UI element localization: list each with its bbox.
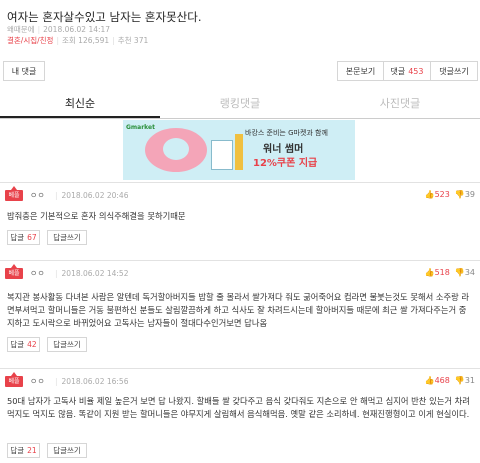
banner-line-2: 워너 썸머 bbox=[263, 144, 304, 155]
thumbs-up-icon: 👍 bbox=[424, 268, 435, 277]
post-views: 조회 126,591 bbox=[62, 36, 110, 45]
post-author[interactable]: 왜때문에 bbox=[7, 25, 35, 34]
comment-nick[interactable]: ㅇㅇ bbox=[30, 268, 45, 279]
best-badge: 베플 bbox=[5, 372, 23, 387]
comment-item: 베플 ㅇㅇ 2018.06.02 20:46 👍523 👎39 밥줘충은 기본적으… bbox=[0, 182, 480, 260]
downvote-button[interactable]: 👎34 bbox=[455, 268, 475, 277]
comment-header: 베플 ㅇㅇ 2018.06.02 14:52 👍518 👎34 bbox=[5, 264, 475, 280]
banner-line-1: 바캉스 준비는 G마켓과 함께 bbox=[245, 129, 328, 137]
comment-header: 베플 ㅇㅇ 2018.06.02 20:46 👍523 👎39 bbox=[5, 186, 475, 202]
write-reply-button[interactable]: 답글쓰기 bbox=[47, 337, 87, 352]
comment-nick[interactable]: ㅇㅇ bbox=[30, 376, 45, 387]
write-reply-button[interactable]: 답글쓰기 bbox=[47, 443, 87, 458]
comment-votes: 👍468 👎31 bbox=[425, 376, 475, 385]
float-hole bbox=[163, 138, 189, 160]
write-comment-button[interactable]: 댓글쓰기 bbox=[430, 61, 478, 81]
upvote-button[interactable]: 👍518 bbox=[425, 268, 450, 277]
post-recommend: 추천 371 bbox=[117, 36, 149, 45]
post-title: 여자는 혼자살수있고 남자는 혼자못산다. bbox=[7, 10, 202, 24]
comment-votes: 👍523 👎39 bbox=[425, 190, 475, 199]
thumbs-down-icon: 👎 bbox=[454, 268, 465, 277]
downvote-button[interactable]: 👎39 bbox=[455, 190, 475, 199]
my-comments-button[interactable]: 내 댓글 bbox=[3, 61, 45, 81]
tab-latest[interactable]: 최신순 bbox=[0, 94, 160, 118]
product-image bbox=[211, 140, 233, 170]
reply-button[interactable]: 답글 21 bbox=[7, 443, 40, 458]
thumbs-down-icon: 👎 bbox=[454, 190, 465, 199]
reply-button[interactable]: 답글 42 bbox=[7, 337, 40, 352]
view-post-button[interactable]: 본문보기 bbox=[337, 61, 384, 81]
comments-count-button[interactable]: 댓글 453 bbox=[383, 61, 431, 81]
comment-header: 베플 ㅇㅇ 2018.06.02 16:56 👍468 👎31 bbox=[5, 372, 475, 388]
comments-count: 453 bbox=[408, 66, 424, 76]
banner-line-3: 12%쿠폰 지급 bbox=[253, 158, 318, 169]
comment-date: 2018.06.02 16:56 bbox=[55, 377, 129, 386]
tab-photo[interactable]: 사진댓글 bbox=[320, 94, 480, 118]
post-meta-2: 결혼/시집/친정 | 조회 126,591 | 추천 371 bbox=[7, 36, 149, 45]
comment-votes: 👍518 👎34 bbox=[425, 268, 475, 277]
upvote-button[interactable]: 👍523 bbox=[425, 190, 450, 199]
post-date: 2018.06.02 14:17 bbox=[43, 25, 111, 34]
comment-nick[interactable]: ㅇㅇ bbox=[30, 190, 45, 201]
comment-item: 베플 ㅇㅇ 2018.06.02 14:52 👍518 👎34 복지관 봉사활동 … bbox=[0, 260, 480, 368]
write-reply-button[interactable]: 답글쓰기 bbox=[47, 230, 87, 245]
post-meta: 왜때문에 | 2018.06.02 14:17 bbox=[7, 25, 111, 34]
comment-text: 복지관 봉사활동 다녀본 사람은 알텐데 독거할아버지들 밥할 줄 몰라서 쌀가… bbox=[7, 292, 470, 328]
gmarket-logo: Gmarket bbox=[126, 124, 155, 131]
post-category[interactable]: 결혼/시집/친정 bbox=[7, 36, 53, 45]
downvote-button[interactable]: 👎31 bbox=[455, 376, 475, 385]
upvote-button[interactable]: 👍468 bbox=[425, 376, 450, 385]
comment-tabs: 최신순 랭킹댓글 사진댓글 bbox=[0, 94, 480, 119]
thumbs-up-icon: 👍 bbox=[424, 190, 435, 199]
reply-button[interactable]: 답글 67 bbox=[7, 230, 40, 245]
comment-date: 2018.06.02 14:52 bbox=[55, 269, 129, 278]
comment-date: 2018.06.02 20:46 bbox=[55, 191, 129, 200]
thumbs-up-icon: 👍 bbox=[424, 376, 435, 385]
best-badge: 베플 bbox=[5, 186, 23, 201]
thumbs-down-icon: 👎 bbox=[454, 376, 465, 385]
comment-text: 밥줘충은 기본적으로 혼자 의식주해결을 못하기때문 bbox=[7, 211, 186, 221]
tab-ranking[interactable]: 랭킹댓글 bbox=[160, 94, 320, 118]
comment-text: 50대 남자가 고독사 비율 제일 높은거 보면 답 나왔지. 할배들 쌀 갖다… bbox=[7, 396, 470, 419]
ad-banner[interactable]: Gmarket 바캉스 준비는 G마켓과 함께 워너 썸머 12%쿠폰 지급 bbox=[123, 120, 355, 180]
product-tube-image bbox=[235, 134, 243, 170]
best-badge: 베플 bbox=[5, 264, 23, 279]
comment-item: 베플 ㅇㅇ 2018.06.02 16:56 👍468 👎31 50대 남자가 고… bbox=[0, 368, 480, 463]
